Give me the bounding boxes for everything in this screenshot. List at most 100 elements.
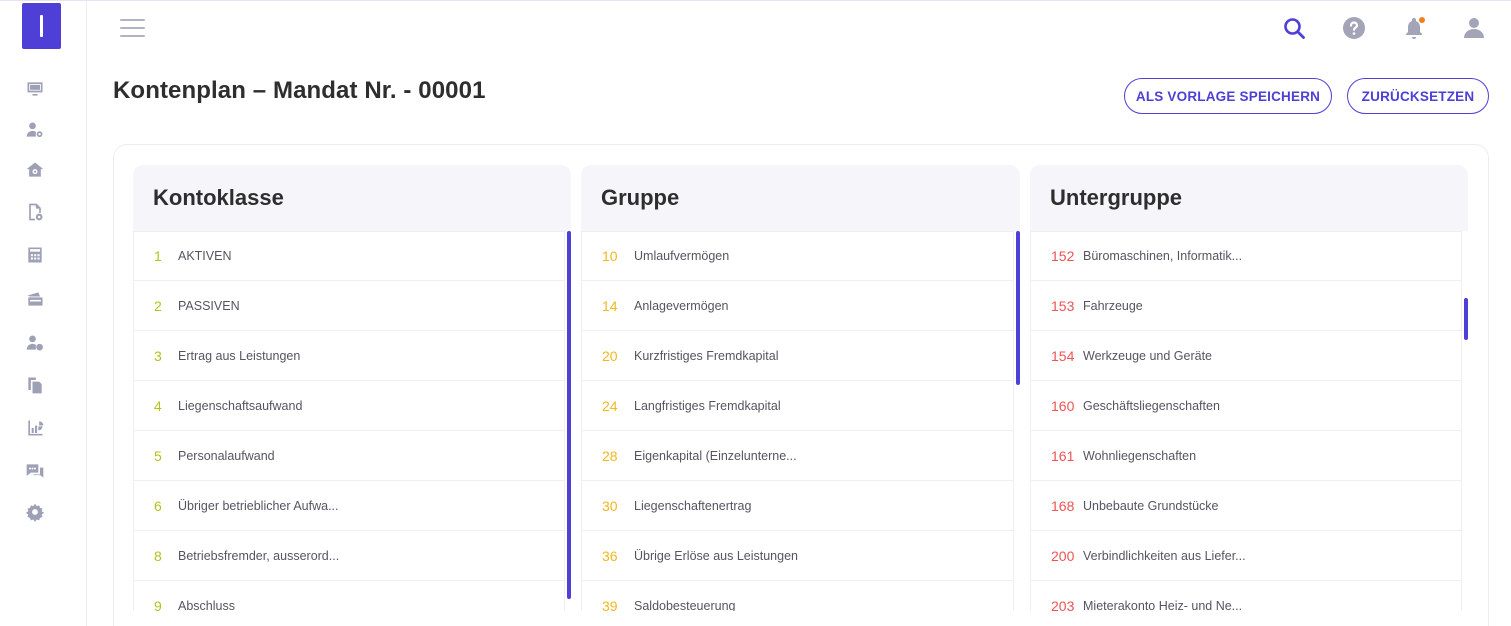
account-number: 20 bbox=[602, 347, 618, 364]
list-item[interactable]: 10 Umlaufvermögen bbox=[581, 231, 1014, 281]
list-item[interactable]: 161 Wohnliegenschaften bbox=[1030, 431, 1462, 481]
account-number: 36 bbox=[602, 547, 618, 564]
list-item[interactable]: 20 Kurzfristiges Fremdkapital bbox=[581, 331, 1014, 381]
account-label: Verbindlichkeiten aus Liefer... bbox=[1083, 548, 1246, 563]
list-item[interactable]: 30 Liegenschaftenertrag bbox=[581, 481, 1014, 531]
user-profile-icon[interactable] bbox=[1461, 15, 1487, 41]
list-item[interactable]: 2 PASSIVEN bbox=[133, 281, 565, 331]
account-label: Anlagevermögen bbox=[634, 298, 729, 313]
sidebar bbox=[0, 1, 87, 626]
gear-icon[interactable] bbox=[24, 501, 46, 523]
account-number: 6 bbox=[154, 497, 162, 514]
column-list[interactable]: 152 Büromaschinen, Informatik... 153 Fahrze… bbox=[1030, 231, 1468, 611]
account-label: Werkzeuge und Geräte bbox=[1083, 348, 1213, 363]
notification-bell-icon[interactable] bbox=[1401, 15, 1427, 41]
column-header: Untergruppe bbox=[1030, 165, 1468, 231]
account-label: Personalaufwand bbox=[178, 448, 275, 463]
list-item[interactable]: 160 Geschäftsliegenschaften bbox=[1030, 381, 1462, 431]
list-item[interactable]: 28 Eigenkapital (Einzelunterne... bbox=[581, 431, 1014, 481]
account-number: 8 bbox=[154, 547, 162, 564]
account-label: Ertrag aus Leistungen bbox=[178, 348, 301, 363]
column-kontoklasse: Kontoklasse 1 AKTIVEN 2 PASSIVEN 3 Ertrag aus… bbox=[133, 165, 571, 626]
account-label: Langfristiges Fremdkapital bbox=[634, 398, 781, 413]
account-label: Wohnliegenschaften bbox=[1083, 448, 1197, 463]
account-number: 3 bbox=[154, 347, 162, 364]
account-number: 10 bbox=[602, 248, 618, 264]
account-number: 200 bbox=[1051, 547, 1075, 564]
account-label: AKTIVEN bbox=[178, 249, 232, 263]
column-untergruppe: Untergruppe 152 Büromaschinen, Informatik… bbox=[1030, 165, 1468, 626]
account-number: 24 bbox=[602, 397, 618, 414]
account-label: Fahrzeuge bbox=[1083, 298, 1143, 313]
app-logo[interactable] bbox=[22, 3, 61, 49]
column-gruppe: Gruppe 10 Umlaufvermögen 14 Anlagevermögen 2… bbox=[581, 165, 1020, 626]
account-label: Liegenschaftsaufwand bbox=[178, 398, 303, 413]
menu-toggle-button[interactable] bbox=[120, 17, 146, 39]
account-label: Büromaschinen, Informatik... bbox=[1083, 249, 1243, 263]
list-item[interactable]: 1 AKTIVEN bbox=[133, 231, 565, 281]
calculator-icon[interactable] bbox=[24, 244, 46, 266]
help-icon[interactable] bbox=[1341, 15, 1367, 41]
cards-icon[interactable] bbox=[24, 288, 46, 310]
column-header: Kontoklasse bbox=[133, 165, 571, 231]
list-item[interactable]: 203 Mieterakonto Heiz- und Ne... bbox=[1030, 581, 1462, 611]
account-number: 1 bbox=[154, 248, 162, 264]
account-number: 153 bbox=[1051, 297, 1075, 314]
column-list[interactable]: 1 AKTIVEN 2 PASSIVEN 3 Ertrag aus Leistungen 4… bbox=[133, 231, 571, 611]
list-item[interactable]: 36 Übrige Erlöse aus Leistungen bbox=[581, 531, 1014, 581]
list-item[interactable]: 153 Fahrzeuge bbox=[1030, 281, 1462, 331]
user-clock-icon[interactable] bbox=[24, 332, 46, 354]
account-label: Umlaufvermögen bbox=[634, 249, 730, 263]
account-label: Saldobesteuerung bbox=[634, 598, 736, 612]
home-settings-icon[interactable] bbox=[24, 159, 46, 181]
account-number: 154 bbox=[1051, 347, 1075, 364]
account-number: 203 bbox=[1051, 597, 1075, 612]
list-item[interactable]: 14 Anlagevermögen bbox=[581, 281, 1014, 331]
report-chart-icon[interactable] bbox=[24, 417, 46, 439]
list-item[interactable]: 8 Betriebsfremder, ausserord... bbox=[133, 531, 565, 581]
account-number: 5 bbox=[154, 447, 162, 464]
list-item[interactable]: 168 Unbebaute Grundstücke bbox=[1030, 481, 1462, 531]
list-item[interactable]: 9 Abschluss bbox=[133, 581, 565, 611]
list-item[interactable]: 154 Werkzeuge und Geräte bbox=[1030, 331, 1462, 381]
list-item[interactable]: 24 Langfristiges Fremdkapital bbox=[581, 381, 1014, 431]
account-number: 39 bbox=[602, 597, 618, 612]
reset-button[interactable]: ZURÜCKSETZEN bbox=[1347, 78, 1489, 114]
user-settings-icon[interactable] bbox=[24, 119, 46, 141]
list-item[interactable]: 200 Verbindlichkeiten aus Liefer... bbox=[1030, 531, 1462, 581]
account-number: 30 bbox=[602, 497, 618, 514]
account-number: 168 bbox=[1051, 497, 1075, 514]
documents-icon[interactable] bbox=[24, 374, 46, 396]
account-label: Mieterakonto Heiz- und Ne... bbox=[1083, 598, 1243, 612]
account-label: Eigenkapital (Einzelunterne... bbox=[634, 448, 797, 463]
account-number: 28 bbox=[602, 447, 618, 464]
save-as-template-button[interactable]: ALS VORLAGE SPEICHERN bbox=[1124, 78, 1332, 114]
account-number: 14 bbox=[602, 297, 618, 314]
search-icon[interactable] bbox=[1281, 15, 1307, 41]
list-item[interactable]: 152 Büromaschinen, Informatik... bbox=[1030, 231, 1462, 281]
list-item[interactable]: 5 Personalaufwand bbox=[133, 431, 565, 481]
column-list[interactable]: 10 Umlaufvermögen 14 Anlagevermögen 20 Kurzfr… bbox=[581, 231, 1020, 611]
monitor-icon[interactable] bbox=[24, 78, 46, 100]
account-number: 152 bbox=[1051, 248, 1075, 264]
list-item[interactable]: 6 Übriger betrieblicher Aufwa... bbox=[133, 481, 565, 531]
account-label: Abschluss bbox=[178, 598, 235, 612]
chat-icon[interactable] bbox=[24, 460, 46, 482]
list-item[interactable]: 4 Liegenschaftsaufwand bbox=[133, 381, 565, 431]
account-label: Übriger betrieblicher Aufwa... bbox=[178, 498, 339, 513]
scrollbar[interactable] bbox=[567, 231, 571, 599]
notification-badge bbox=[1419, 17, 1425, 23]
account-number: 161 bbox=[1051, 447, 1075, 464]
list-item[interactable]: 39 Saldobesteuerung bbox=[581, 581, 1014, 611]
scrollbar[interactable] bbox=[1016, 231, 1020, 385]
account-number: 160 bbox=[1051, 397, 1075, 414]
list-item[interactable]: 3 Ertrag aus Leistungen bbox=[133, 331, 565, 381]
document-settings-icon[interactable] bbox=[24, 201, 46, 223]
account-label: Liegenschaftenertrag bbox=[634, 498, 752, 513]
account-number: 4 bbox=[154, 397, 162, 414]
account-number: 2 bbox=[154, 297, 162, 314]
account-number: 9 bbox=[154, 597, 162, 612]
logo-mark bbox=[40, 15, 43, 37]
account-label: Übrige Erlöse aus Leistungen bbox=[634, 548, 798, 563]
scrollbar[interactable] bbox=[1464, 298, 1468, 340]
